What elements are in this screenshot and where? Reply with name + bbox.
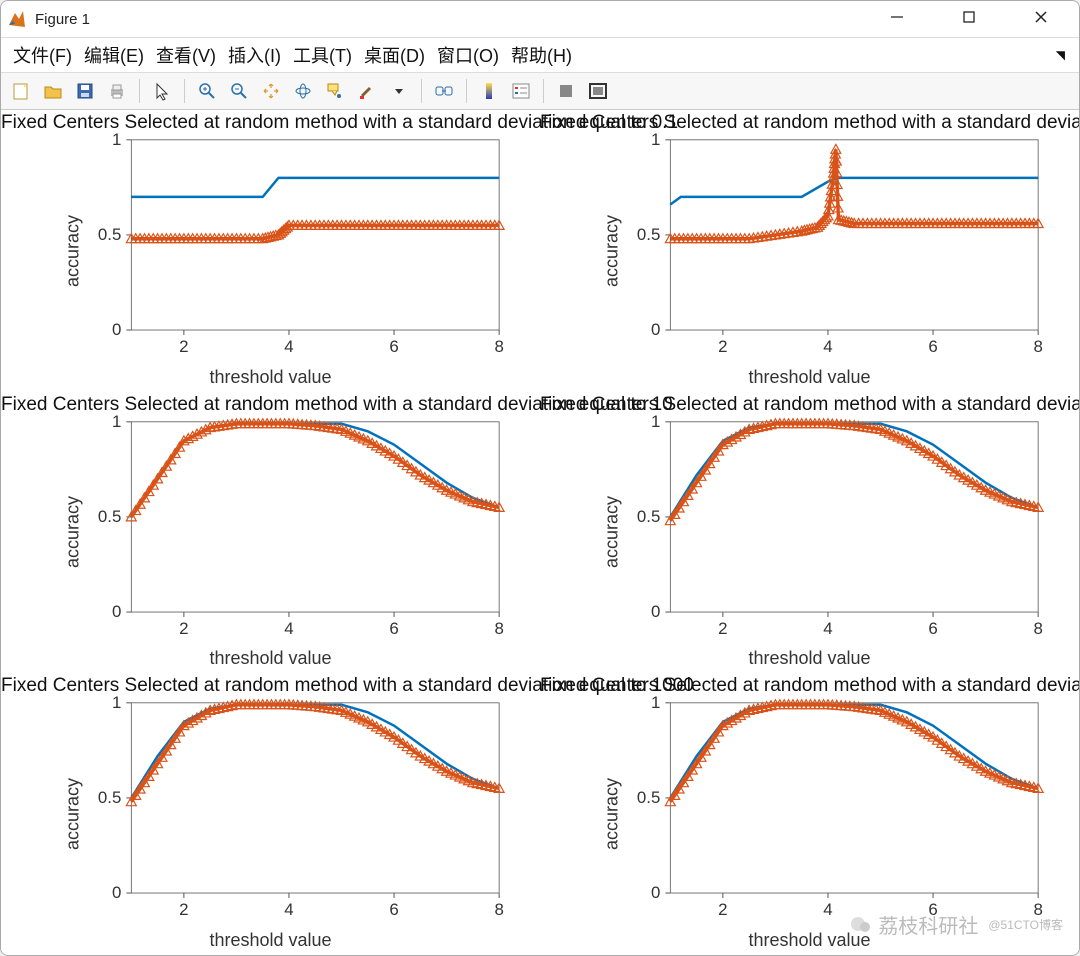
svg-text:0.5: 0.5 [637,788,660,807]
svg-text:0.5: 0.5 [98,507,121,526]
show-panel-button[interactable] [584,77,612,105]
pointer-button[interactable] [148,77,176,105]
legend-button[interactable] [507,77,535,105]
menu-desktop[interactable]: 桌面(D) [360,40,429,70]
brush-button[interactable] [353,77,381,105]
wechat-icon [850,914,872,936]
window-maximize-button[interactable] [947,4,991,34]
svg-text:0: 0 [651,602,660,621]
svg-text:8: 8 [494,619,503,638]
menu-window[interactable]: 窗口(O) [433,40,503,70]
toolbar [1,73,1079,110]
svg-text:1: 1 [112,693,121,712]
svg-text:8: 8 [494,900,503,919]
svg-text:8: 8 [1033,337,1042,356]
menu-file[interactable]: 文件(F) [9,40,76,70]
svg-text:8: 8 [1033,619,1042,638]
svg-text:0: 0 [112,602,121,621]
svg-text:0.5: 0.5 [637,225,660,244]
window-minimize-button[interactable] [875,4,919,34]
svg-text:0.5: 0.5 [98,225,121,244]
open-button[interactable] [39,77,67,105]
pan-button[interactable] [257,77,285,105]
print-button[interactable] [103,77,131,105]
svg-text:4: 4 [823,900,832,919]
svg-text:8: 8 [494,337,503,356]
menu-help[interactable]: 帮助(H) [507,40,576,70]
svg-text:1: 1 [651,411,660,430]
subplot[interactable]: Fixed Centers Selected at random method … [1,673,540,955]
brush-dropdown-icon[interactable] [385,77,413,105]
watermark-text: 荔枝科研社 [878,910,978,939]
toolbar-separator [139,79,140,103]
svg-text:0: 0 [651,320,660,339]
toolbar-separator [543,79,544,103]
svg-text:1: 1 [651,693,660,712]
toolbar-separator [184,79,185,103]
watermark-sub: @51CTO博客 [988,916,1063,933]
menu-overflow-icon[interactable]: ◥ [1052,46,1071,64]
svg-text:2: 2 [718,619,727,638]
menu-tools[interactable]: 工具(T) [289,40,356,70]
subplot[interactable]: Fixed Centers Selected at random method … [540,392,1079,674]
menu-insert[interactable]: 插入(I) [224,40,285,70]
figure-area[interactable]: Fixed Centers Selected at random method … [1,110,1079,955]
svg-text:4: 4 [823,619,832,638]
subplot[interactable]: Fixed Centers Selected at random method … [540,110,1079,392]
svg-text:1: 1 [651,130,660,149]
colorbar-button[interactable] [475,77,503,105]
svg-text:6: 6 [389,619,398,638]
svg-text:2: 2 [179,900,188,919]
datatip-button[interactable] [321,77,349,105]
window-close-button[interactable] [1019,4,1063,34]
svg-text:1: 1 [112,130,121,149]
svg-text:4: 4 [284,900,293,919]
figure-window: Figure 1 文件(F) 编辑(E) 查看(V) 插入(I) 工具(T) 桌… [0,0,1080,956]
zoom-out-button[interactable] [225,77,253,105]
svg-text:2: 2 [179,619,188,638]
save-button[interactable] [71,77,99,105]
svg-text:0: 0 [112,883,121,902]
svg-text:2: 2 [718,337,727,356]
matlab-icon [7,9,27,29]
new-figure-button[interactable] [7,77,35,105]
svg-text:2: 2 [179,337,188,356]
svg-text:0.5: 0.5 [98,788,121,807]
window-title: Figure 1 [35,11,875,28]
toolbar-separator [421,79,422,103]
svg-text:6: 6 [928,619,937,638]
menubar: 文件(F) 编辑(E) 查看(V) 插入(I) 工具(T) 桌面(D) 窗口(O… [1,38,1079,73]
svg-text:4: 4 [823,337,832,356]
menu-view[interactable]: 查看(V) [152,40,220,70]
svg-text:4: 4 [284,337,293,356]
zoom-in-button[interactable] [193,77,221,105]
svg-text:6: 6 [928,337,937,356]
watermark: 荔枝科研社 @51CTO博客 [850,910,1063,939]
subplot[interactable]: Fixed Centers Selected at random method … [1,392,540,674]
subplot[interactable]: Fixed Centers Selected at random method … [1,110,540,392]
svg-text:0: 0 [651,883,660,902]
svg-text:6: 6 [389,337,398,356]
svg-text:6: 6 [389,900,398,919]
rotate3d-button[interactable] [289,77,317,105]
link-button[interactable] [430,77,458,105]
toolbar-separator [466,79,467,103]
svg-text:1: 1 [112,411,121,430]
hide-panel-button[interactable] [552,77,580,105]
svg-text:2: 2 [718,900,727,919]
svg-text:4: 4 [284,619,293,638]
svg-text:0: 0 [112,320,121,339]
svg-text:0.5: 0.5 [637,507,660,526]
menu-edit[interactable]: 编辑(E) [80,40,148,70]
titlebar: Figure 1 [1,1,1079,38]
